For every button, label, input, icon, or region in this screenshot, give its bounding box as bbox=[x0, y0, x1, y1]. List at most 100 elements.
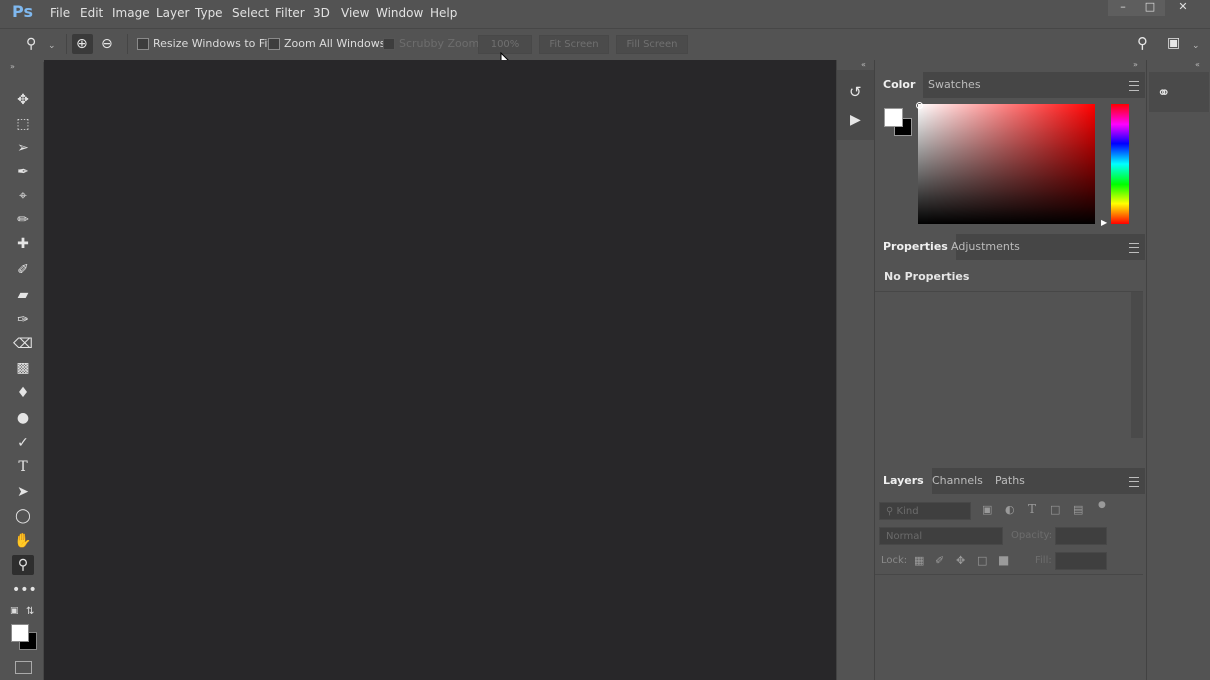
ellipse-tool-icon[interactable]: ◯ bbox=[12, 506, 34, 526]
pixel-filter-icon[interactable]: ▣ bbox=[982, 503, 992, 516]
chevron-down-icon[interactable]: ⌄ bbox=[1192, 39, 1200, 53]
shape-filter-icon[interactable]: □ bbox=[1050, 503, 1060, 516]
lock-position-icon[interactable]: ✥ bbox=[956, 554, 965, 567]
more-tools-icon[interactable]: ••• bbox=[12, 580, 37, 600]
layers-list[interactable] bbox=[875, 575, 1143, 680]
marquee-tool-icon[interactable]: ⬚ bbox=[12, 114, 34, 134]
foreground-color-swatch[interactable] bbox=[11, 624, 29, 642]
color-field[interactable] bbox=[918, 104, 1095, 224]
lock-artboard-icon[interactable]: □ bbox=[977, 554, 987, 567]
tab-paths[interactable]: Paths bbox=[987, 468, 1033, 494]
menu-edit[interactable]: Edit bbox=[80, 6, 103, 20]
libraries-icon[interactable]: ⚭ bbox=[1157, 85, 1170, 101]
lock-all-icon[interactable]: ■ bbox=[998, 553, 1009, 567]
scrubby-zoom-checkbox[interactable] bbox=[383, 38, 395, 50]
crop-tool-icon[interactable]: ⌖ bbox=[12, 186, 34, 206]
document-canvas-area[interactable] bbox=[44, 60, 836, 680]
path-selection-tool-icon[interactable]: ➤ bbox=[12, 482, 34, 502]
swap-colors-icon[interactable]: ⇅ bbox=[26, 606, 34, 617]
zoom-all-windows-checkbox[interactable] bbox=[268, 38, 280, 50]
healing-brush-tool-icon[interactable]: ✚ bbox=[12, 234, 34, 254]
smart-object-filter-icon[interactable]: ▤ bbox=[1073, 503, 1083, 516]
scrubby-zoom-label: Scrubby Zoom bbox=[399, 37, 480, 50]
dock-group bbox=[837, 70, 875, 140]
type-tool-icon[interactable]: T bbox=[12, 457, 34, 477]
chevron-down-icon[interactable]: ⌄ bbox=[48, 39, 56, 53]
hue-slider-handle-icon[interactable]: ▶ bbox=[1101, 218, 1107, 227]
actions-play-icon[interactable]: ▶ bbox=[850, 113, 861, 127]
maximize-button[interactable]: □ bbox=[1135, 0, 1165, 16]
clone-stamp-tool-icon[interactable]: ▰ bbox=[12, 285, 34, 305]
opacity-field[interactable] bbox=[1055, 527, 1107, 545]
tab-channels[interactable]: Channels bbox=[924, 468, 991, 494]
properties-scrollbar[interactable] bbox=[1131, 292, 1143, 438]
close-button[interactable]: ✕ bbox=[1165, 0, 1201, 16]
menu-view[interactable]: View bbox=[341, 6, 369, 20]
move-tool-icon[interactable]: ✥ bbox=[12, 90, 34, 110]
zoom-tool-icon[interactable]: ⚲ bbox=[12, 555, 34, 575]
zoom-all-windows-label: Zoom All Windows bbox=[284, 37, 386, 50]
menu-filter[interactable]: Filter bbox=[275, 6, 305, 20]
menu-3d[interactable]: 3D bbox=[313, 6, 330, 20]
foreground-color-swatch[interactable] bbox=[884, 108, 903, 127]
properties-content bbox=[875, 292, 1131, 464]
collapse-icon[interactable]: « bbox=[1195, 60, 1200, 69]
eyedropper-tool-icon[interactable]: ✏ bbox=[12, 210, 34, 230]
color-picker-handle[interactable] bbox=[916, 102, 923, 109]
minimize-button[interactable]: – bbox=[1108, 0, 1138, 16]
collapse-icon[interactable]: « bbox=[861, 60, 866, 69]
workspace-icon[interactable]: ▣ bbox=[1167, 36, 1180, 50]
tab-color[interactable]: Color bbox=[875, 72, 924, 98]
default-colors-icon[interactable]: ▣ bbox=[10, 606, 19, 616]
tab-adjustments[interactable]: Adjustments bbox=[943, 234, 1028, 260]
collapse-icon[interactable]: » bbox=[10, 62, 15, 71]
menu-layer[interactable]: Layer bbox=[156, 6, 189, 20]
history-icon[interactable]: ↺ bbox=[849, 85, 862, 100]
pen-tool-icon[interactable]: ✓ bbox=[12, 433, 34, 453]
zoom-out-button[interactable]: ⊖ bbox=[97, 34, 118, 54]
lasso-tool-icon[interactable]: ➢ bbox=[12, 138, 34, 158]
lock-pixels-icon[interactable]: ✐ bbox=[935, 554, 944, 567]
menu-window[interactable]: Window bbox=[376, 6, 423, 20]
blur-tool-icon[interactable]: ♦ bbox=[12, 383, 34, 403]
fill-label: Fill: bbox=[1035, 555, 1052, 566]
resize-windows-label: Resize Windows to Fit bbox=[153, 37, 272, 50]
fill-screen-button[interactable]: Fill Screen bbox=[616, 35, 688, 54]
search-icon[interactable]: ⚲ bbox=[1137, 36, 1148, 51]
eraser-tool-icon[interactable]: ⌫ bbox=[12, 334, 34, 354]
dodge-tool-icon[interactable]: ● bbox=[12, 408, 34, 428]
panel-menu-icon[interactable] bbox=[1129, 243, 1139, 253]
menu-type[interactable]: Type bbox=[195, 6, 223, 20]
gradient-tool-icon[interactable]: ▩ bbox=[12, 358, 34, 378]
panel-menu-icon[interactable] bbox=[1129, 477, 1139, 487]
zoom-in-icon: ⊕ bbox=[76, 36, 88, 52]
divider bbox=[66, 34, 67, 54]
quick-mask-icon[interactable] bbox=[15, 661, 32, 674]
filter-toggle-icon[interactable]: ● bbox=[1098, 500, 1106, 510]
hue-slider[interactable] bbox=[1111, 104, 1129, 224]
lock-transparent-icon[interactable]: ▦ bbox=[914, 554, 924, 567]
kind-label: Kind bbox=[896, 506, 919, 517]
expand-icon[interactable]: » bbox=[1133, 60, 1138, 69]
panel-menu-icon[interactable] bbox=[1129, 81, 1139, 91]
type-filter-icon[interactable]: T bbox=[1028, 502, 1036, 516]
blend-mode-select[interactable]: Normal bbox=[879, 527, 1003, 545]
menu-select[interactable]: Select bbox=[232, 6, 269, 20]
menu-image[interactable]: Image bbox=[112, 6, 150, 20]
history-brush-tool-icon[interactable]: ✑ bbox=[12, 310, 34, 330]
menu-bar: Ps File Edit Image Layer Type Select Fil… bbox=[0, 0, 1210, 26]
layer-kind-filter[interactable]: ⚲ Kind bbox=[879, 502, 971, 520]
zoom-in-button[interactable]: ⊕ bbox=[72, 34, 93, 54]
brush-tool-icon[interactable]: ✐ bbox=[12, 260, 34, 280]
adjustment-filter-icon[interactable]: ◐ bbox=[1005, 503, 1015, 516]
quick-select-tool-icon[interactable]: ✒ bbox=[12, 162, 34, 182]
hand-tool-icon[interactable]: ✋ bbox=[12, 531, 34, 551]
menu-help[interactable]: Help bbox=[430, 6, 457, 20]
zoom-tool-preset-icon[interactable]: ⚲ bbox=[26, 37, 36, 51]
fit-screen-button[interactable]: Fit Screen bbox=[539, 35, 609, 54]
tab-swatches[interactable]: Swatches bbox=[920, 72, 989, 98]
libraries-dock: « ⚭ bbox=[1146, 60, 1210, 680]
fill-field[interactable] bbox=[1055, 552, 1107, 570]
menu-file[interactable]: File bbox=[50, 6, 70, 20]
resize-windows-checkbox[interactable] bbox=[137, 38, 149, 50]
